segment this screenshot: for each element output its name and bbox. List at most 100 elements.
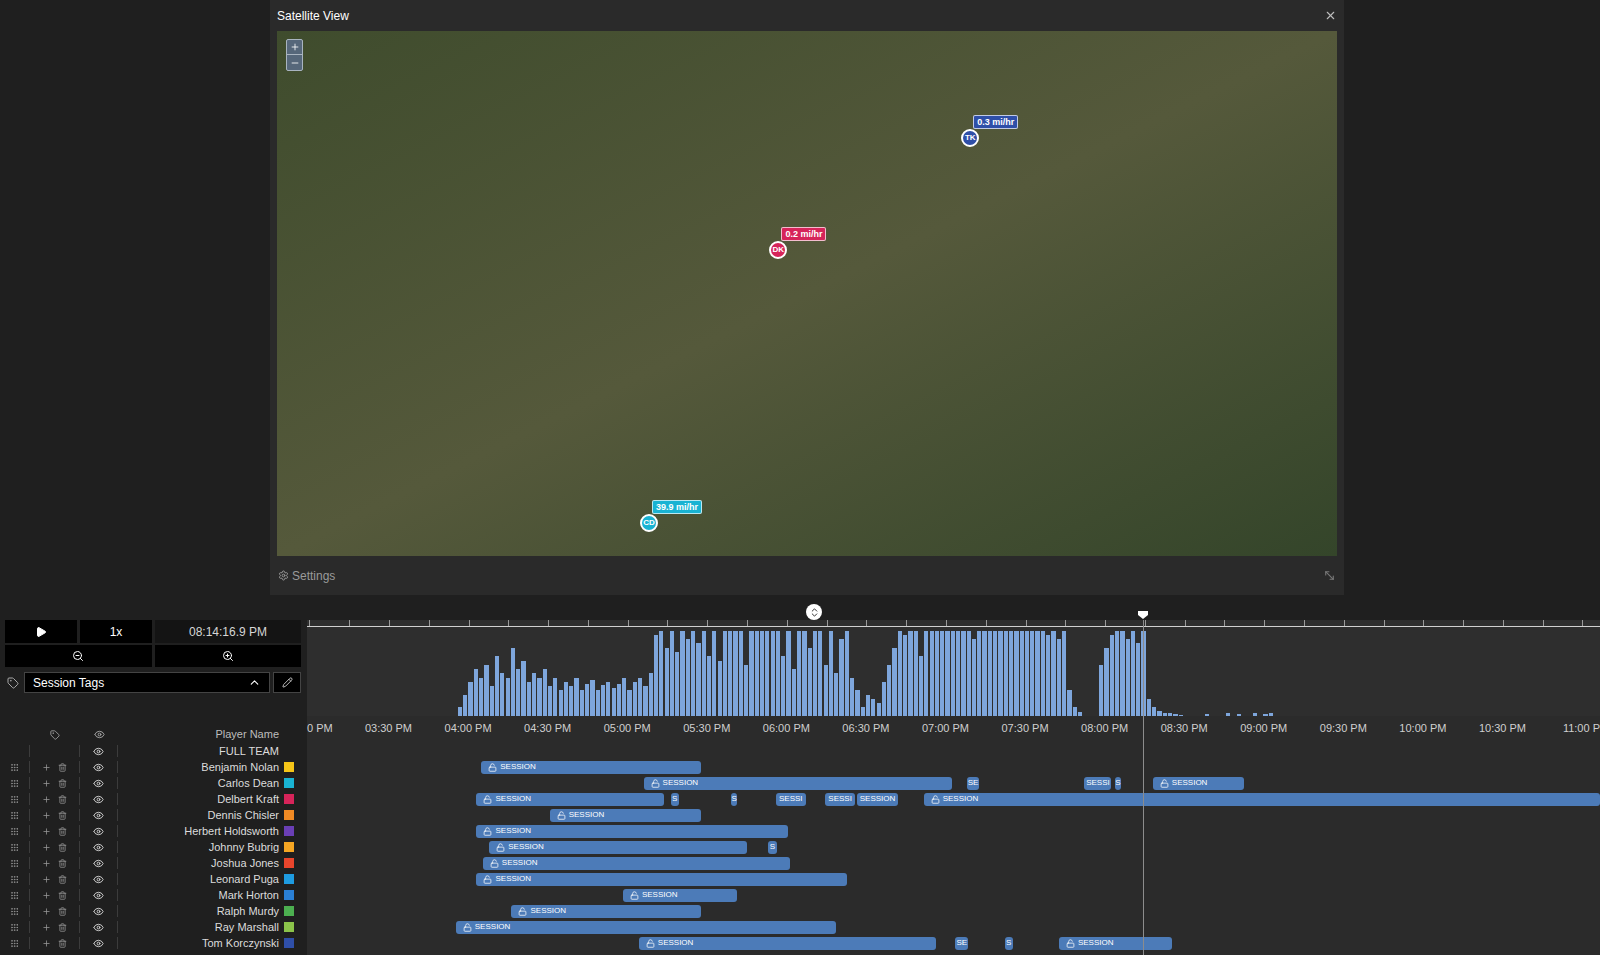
eye-icon[interactable] (93, 746, 104, 757)
session-bar[interactable]: S (768, 841, 778, 854)
drag-handle[interactable] (0, 793, 30, 805)
add-icon[interactable] (42, 779, 51, 788)
session-bar[interactable]: SESSION (1153, 777, 1244, 790)
session-bar[interactable]: SESSION (476, 825, 788, 838)
visibility-toggle[interactable] (80, 905, 118, 917)
grip-icon[interactable] (10, 763, 19, 772)
pin-marker[interactable]: TK (961, 129, 979, 147)
session-bar[interactable]: SESSION (483, 857, 790, 870)
visibility-toggle[interactable] (80, 745, 118, 757)
drag-handle[interactable] (0, 937, 30, 949)
session-bar[interactable]: SESSION (639, 937, 937, 950)
resize-icon[interactable] (1323, 569, 1336, 582)
trash-icon[interactable] (58, 891, 67, 900)
visibility-toggle[interactable] (80, 873, 118, 885)
edit-tags-button[interactable] (273, 672, 301, 693)
eye-icon[interactable] (93, 922, 104, 933)
grip-icon[interactable] (10, 843, 19, 852)
visibility-toggle[interactable] (80, 761, 118, 773)
visibility-toggle[interactable] (80, 825, 118, 837)
minus-icon[interactable] (290, 58, 300, 68)
grip-icon[interactable] (10, 795, 19, 804)
zoom-in-button[interactable] (155, 645, 302, 667)
trash-icon[interactable] (58, 923, 67, 932)
eye-icon[interactable] (93, 778, 104, 789)
drag-handle[interactable] (0, 761, 30, 773)
session-bar[interactable]: SE (955, 937, 968, 950)
session-bar[interactable]: SESSI (776, 793, 806, 806)
grip-icon[interactable] (10, 939, 19, 948)
eye-icon[interactable] (93, 842, 104, 853)
drag-handle[interactable] (0, 889, 30, 901)
zoom-out-icon[interactable] (72, 650, 84, 662)
visibility-toggle[interactable] (80, 809, 118, 821)
grip-icon[interactable] (10, 859, 19, 868)
satellite-map[interactable]: TK0.3 mi/hrDK0.2 mi/hrCD39.9 mi/hr (277, 31, 1337, 556)
pencil-icon[interactable] (282, 677, 293, 688)
session-bar[interactable]: S (1005, 937, 1013, 950)
session-bar[interactable]: SE (967, 777, 980, 790)
drag-handle[interactable] (0, 809, 30, 821)
session-bar[interactable]: SESSION (857, 793, 898, 806)
eye-icon[interactable] (93, 890, 104, 901)
drag-handle[interactable] (0, 841, 30, 853)
eye-icon[interactable] (93, 762, 104, 773)
trash-icon[interactable] (58, 907, 67, 916)
session-bar[interactable]: SESSION (1059, 937, 1172, 950)
visibility-toggle[interactable] (80, 857, 118, 869)
eye-icon[interactable] (93, 826, 104, 837)
drag-handle[interactable] (0, 905, 30, 917)
drag-handle[interactable] (0, 777, 30, 789)
trash-icon[interactable] (58, 795, 67, 804)
gear-icon[interactable] (278, 570, 289, 581)
add-icon[interactable] (42, 763, 51, 772)
eye-icon[interactable] (93, 906, 104, 917)
drag-handle[interactable] (0, 921, 30, 933)
add-icon[interactable] (42, 795, 51, 804)
pin-marker[interactable]: DK (769, 241, 787, 259)
close-icon[interactable] (1324, 9, 1337, 22)
session-bar[interactable]: SESSION (550, 809, 701, 822)
drag-handle[interactable] (0, 873, 30, 885)
drag-handle[interactable] (0, 825, 30, 837)
session-bar[interactable]: SESSION (489, 841, 747, 854)
grip-icon[interactable] (10, 923, 19, 932)
zoom-out-button[interactable] (5, 645, 152, 667)
collapse-icon[interactable] (809, 607, 820, 618)
trash-icon[interactable] (58, 811, 67, 820)
drag-handle[interactable] (0, 857, 30, 869)
grip-icon[interactable] (10, 875, 19, 884)
add-icon[interactable] (42, 811, 51, 820)
session-bar[interactable]: SESSION (644, 777, 953, 790)
session-bar[interactable]: S (731, 793, 737, 806)
add-icon[interactable] (42, 859, 51, 868)
eye-icon[interactable] (93, 794, 104, 805)
session-bar[interactable]: SESSION (924, 793, 1600, 806)
grip-icon[interactable] (10, 907, 19, 916)
session-bar[interactable]: S (1115, 777, 1121, 790)
trash-icon[interactable] (58, 859, 67, 868)
visibility-toggle[interactable] (80, 937, 118, 949)
add-icon[interactable] (42, 843, 51, 852)
map-zoom-out[interactable] (287, 55, 302, 70)
trash-icon[interactable] (58, 763, 67, 772)
plus-icon[interactable] (290, 42, 300, 52)
settings-button[interactable]: Settings (278, 567, 335, 585)
trash-icon[interactable] (58, 779, 67, 788)
trash-icon[interactable] (58, 939, 67, 948)
eye-icon[interactable] (93, 938, 104, 949)
session-bar[interactable]: SESSI (825, 793, 855, 806)
add-icon[interactable] (42, 875, 51, 884)
visibility-toggle[interactable] (80, 777, 118, 789)
session-bar[interactable]: SESSION (623, 889, 738, 902)
add-icon[interactable] (42, 939, 51, 948)
visibility-toggle[interactable] (80, 889, 118, 901)
zoom-in-icon[interactable] (222, 650, 234, 662)
add-icon[interactable] (42, 923, 51, 932)
collapse-toggle[interactable] (806, 604, 822, 620)
add-icon[interactable] (42, 907, 51, 916)
session-bar[interactable]: S (671, 793, 679, 806)
eye-icon[interactable] (93, 858, 104, 869)
session-bar[interactable]: SESSION (476, 873, 847, 886)
map-zoom-in[interactable] (287, 40, 302, 55)
